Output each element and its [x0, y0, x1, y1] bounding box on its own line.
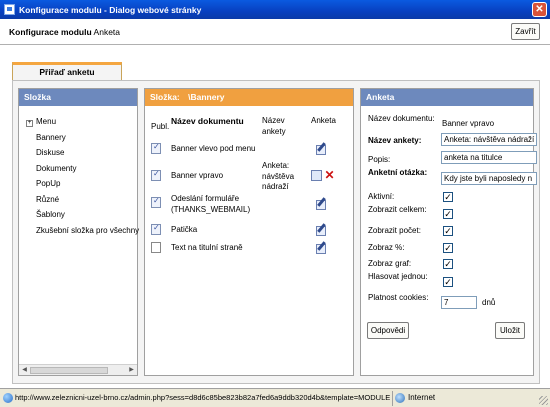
show-graph-label: Zobraz graf: [368, 259, 412, 268]
documents-panel: Složka: \Bannery Publ. Název dokumentu N… [144, 88, 354, 376]
folder-panel: Složka + Menu Bannery Diskuse Dokumenty P… [18, 88, 139, 376]
status-bar: http://www.zeleznicni-uzel-brno.cz/admin… [0, 388, 550, 407]
save-button[interactable]: Uložit [495, 322, 525, 339]
cookie-input[interactable]: 7 [441, 296, 477, 309]
doc-name[interactable]: Banner vlevo pod menu [171, 144, 266, 155]
documents-panel-header: Složka: \Bannery [145, 89, 353, 106]
show-total-label: Zobrazit celkem: [368, 205, 427, 214]
page-icon[interactable] [311, 170, 322, 181]
poll-name-label: Název ankety: [368, 136, 422, 145]
col-poll: Anketa [311, 116, 336, 125]
show-total-checkbox[interactable]: ✓ [443, 209, 453, 219]
folder-path: \Bannery [188, 92, 225, 102]
edit-icon[interactable] [316, 242, 327, 254]
doc-name[interactable]: Odeslání formuláře (THANKS_WEBMAIL) [171, 194, 266, 215]
active-label: Aktivní: [368, 192, 395, 201]
active-checkbox[interactable]: ✓ [443, 192, 453, 202]
tab-assign-poll[interactable]: Přiřaď anketu [12, 62, 122, 81]
poll-panel: Anketa Název dokumentu: Banner vpravo Ná… [360, 88, 537, 376]
scroll-right-icon[interactable]: ▶ [127, 366, 136, 375]
vote-once-checkbox[interactable]: ✓ [443, 277, 453, 287]
expand-icon[interactable]: + [26, 120, 33, 127]
doc-name[interactable]: Text na titulní straně [171, 243, 266, 254]
page-title-prefix: Konfigurace modulu [9, 27, 92, 37]
scroll-thumb[interactable] [30, 367, 108, 374]
question-input[interactable]: Kdy jste byli naposledy n [441, 172, 537, 185]
answers-button[interactable]: Odpovědi [367, 322, 409, 339]
security-zone: Internet [408, 393, 436, 402]
show-pct-checkbox[interactable]: ✓ [443, 243, 453, 253]
status-url: http://www.zeleznicni-uzel-brno.cz/admin… [15, 393, 391, 402]
window-titlebar: Konfigurace modulu - Dialog webové strán… [0, 0, 550, 19]
main-area: Přiřaď anketu Složka + Menu Bannery Disku… [0, 45, 550, 388]
close-button[interactable]: Zavřít [511, 23, 540, 40]
folder-panel-header: Složka [19, 89, 137, 106]
show-count-checkbox[interactable]: ✓ [443, 226, 453, 236]
internet-zone-icon [395, 393, 405, 403]
tree-item[interactable]: Diskuse [26, 145, 137, 161]
tab-panel: Složka + Menu Bannery Diskuse Dokumenty P… [12, 80, 540, 384]
tree-item[interactable]: Různé [26, 192, 137, 208]
status-divider [392, 391, 393, 406]
published-icon [151, 169, 161, 181]
resize-grip[interactable] [539, 396, 548, 405]
doc-value: Banner vpravo [442, 119, 495, 128]
doc-name[interactable]: Patička [171, 225, 266, 236]
question-label: Anketní otázka: [368, 168, 428, 177]
cookie-unit: dnů [482, 298, 496, 307]
col-doc-name: Název dokumentu [171, 116, 244, 126]
tree-item[interactable]: PopUp [26, 176, 137, 192]
scroll-left-icon[interactable]: ◀ [20, 366, 29, 375]
folder-tree: + Menu Bannery Diskuse Dokumenty PopUp Rů… [19, 106, 139, 239]
app-icon [4, 4, 15, 15]
unpublished-icon [151, 242, 161, 253]
tree-item[interactable]: Šablony [26, 207, 137, 223]
edit-icon[interactable] [316, 143, 327, 155]
page-header: Konfigurace modulu Anketa Zavřít [0, 19, 550, 45]
window-close-button[interactable]: ✕ [532, 2, 547, 17]
folder-label: Složka: [150, 92, 180, 102]
cookie-label: Platnost cookies: [368, 293, 429, 302]
doc-name[interactable]: Banner vpravo [171, 171, 266, 182]
show-graph-checkbox[interactable]: ✓ [443, 259, 453, 269]
page-icon [3, 393, 13, 403]
published-icon [151, 142, 161, 154]
col-publ: Publ. [151, 122, 170, 131]
description-label: Popis: [368, 155, 391, 164]
tree-item[interactable]: Bannery [26, 130, 137, 146]
delete-icon[interactable]: ✕ [324, 169, 335, 181]
page-title: Konfigurace modulu Anketa [9, 27, 120, 37]
window-title: Konfigurace modulu - Dialog webové strán… [19, 4, 202, 15]
tree-item[interactable]: Zkušební složka pro všechny [26, 223, 139, 239]
published-icon [151, 196, 161, 208]
poll-panel-header: Anketa [361, 89, 533, 106]
edit-icon[interactable] [316, 224, 327, 236]
doc-poll-name: Anketa: návštěva nádraží [262, 161, 295, 191]
col-poll-name: Název ankety [262, 116, 286, 136]
doc-label: Název dokumentu: [368, 114, 435, 123]
poll-name-input[interactable]: Anketa: návštěva nádraží [441, 133, 537, 146]
show-count-label: Zobrazit počet: [368, 226, 421, 235]
horizontal-scrollbar[interactable]: ◀ ▶ [19, 364, 137, 375]
show-pct-label: Zobraz %: [368, 243, 405, 252]
tree-root-label: Menu [36, 117, 57, 126]
edit-icon[interactable] [316, 198, 327, 210]
vote-once-label: Hlasovat jednou: [368, 272, 428, 281]
page-title-module: Anketa [93, 27, 121, 37]
tree-root[interactable]: + Menu [26, 114, 137, 130]
description-input[interactable]: anketa na titulce [441, 151, 537, 164]
tree-item[interactable]: Dokumenty [26, 161, 137, 177]
published-icon [151, 223, 161, 235]
